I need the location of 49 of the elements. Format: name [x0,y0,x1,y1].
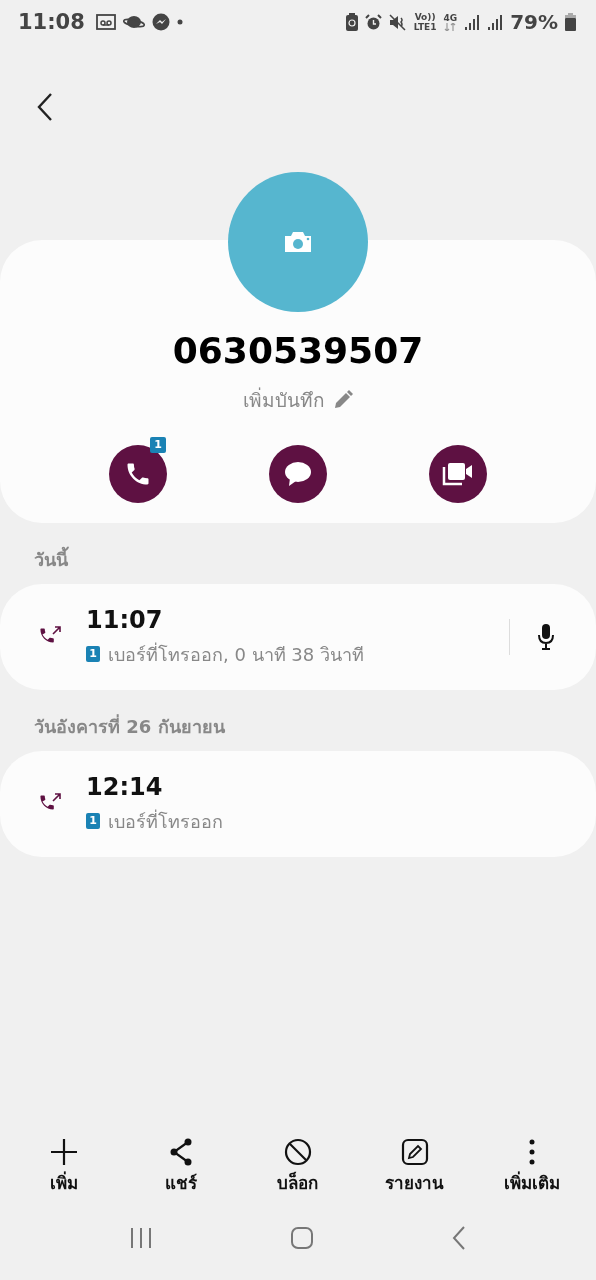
video-camera-icon [442,461,474,487]
sim-badge: 1 [86,646,100,662]
call-time: 11:07 [86,605,164,634]
status-time: 11:08 [18,10,85,34]
voicemail-icon [95,14,116,30]
signal-icon [464,13,481,31]
microphone-icon[interactable] [536,623,556,651]
report-action-button[interactable]: รายงาน [359,1137,470,1196]
call-detail: เบอร์ที่โทรออก [108,808,223,834]
call-detail: เบอร์ที่โทรออก, 0 นาที 38 วินาที [108,641,364,667]
edit-icon [399,1137,430,1167]
recent-apps-icon[interactable] [128,1227,153,1249]
home-icon[interactable] [290,1226,314,1250]
sim-badge: 1 [150,437,166,453]
back-icon[interactable] [36,92,54,122]
volte-label: Vo)) [414,12,436,22]
add-note-link[interactable]: เพิ่มบันทึก [243,385,325,415]
pencil-icon[interactable] [333,390,353,410]
battery-percent: 79% [510,10,558,34]
call-time: 12:14 [86,772,164,801]
plus-icon [49,1137,80,1167]
phone-number: 0630539507 [172,330,424,371]
dot-icon [176,19,183,25]
planet-icon [122,14,145,30]
share-action-button[interactable]: แชร์ [126,1137,237,1196]
video-call-button[interactable] [429,445,487,503]
messenger-icon [151,13,170,31]
signal-icon [487,13,504,31]
more-icon [528,1139,535,1165]
network-label: 4G [443,13,458,23]
date-header: วันอังคารที่ 26 กันยายน [33,713,226,739]
more-action-button[interactable]: เพิ่มเติม [476,1137,587,1196]
call-log-item[interactable]: 11:07 1 เบอร์ที่โทรออก, 0 นาที 38 วินาที [0,584,596,690]
message-button[interactable] [269,445,327,503]
call-log-item[interactable]: 12:14 1 เบอร์ที่โทรออก [0,751,596,857]
block-action-button[interactable]: บล็อก [243,1137,353,1196]
add-action-button[interactable]: เพิ่ม [9,1137,120,1196]
back-nav-icon[interactable] [451,1225,468,1251]
date-header: วันนี้ [0,523,596,584]
chat-bubble-icon [283,460,313,488]
camera-icon [283,230,313,254]
data-arrows-icon [444,23,457,31]
block-icon [283,1137,313,1167]
sim-badge: 1 [86,813,100,829]
battery-saver-icon [345,13,358,31]
mute-icon [388,13,407,31]
alarm-icon [364,13,382,31]
lte-label: LTE1 [413,22,437,32]
battery-icon [565,13,576,31]
